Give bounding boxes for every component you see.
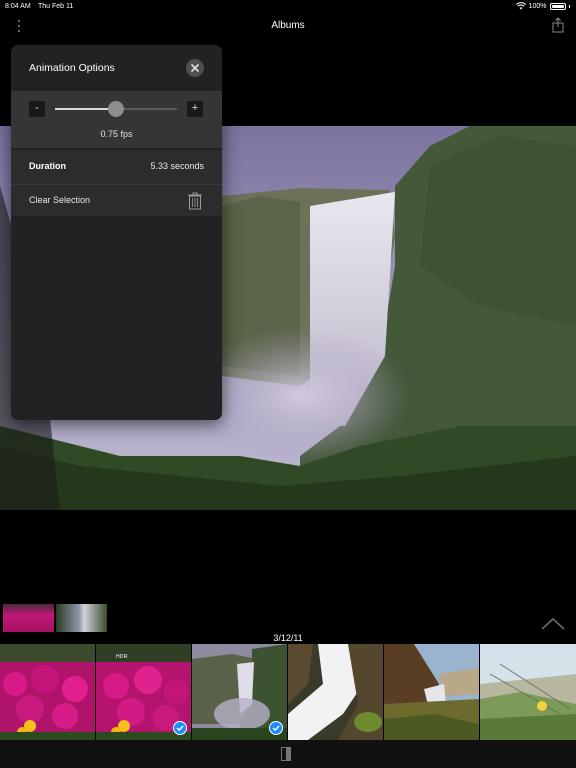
nav-title: Albums <box>271 20 305 31</box>
film-thumb-waterfall[interactable] <box>192 644 287 740</box>
film-thumb-dunes[interactable] <box>480 644 576 740</box>
duration-value: 5.33 seconds <box>150 161 204 171</box>
wifi-icon <box>515 2 526 10</box>
share-icon[interactable] <box>552 17 564 33</box>
duration-row: Duration 5.33 seconds <box>11 150 222 184</box>
battery-percent: 100% <box>528 2 547 10</box>
rapids-image <box>288 644 383 740</box>
film-thumb-flowers-2[interactable]: HDR <box>96 644 191 740</box>
status-date: Thu Feb 11 <box>38 3 74 10</box>
fps-slider-fill <box>55 108 116 110</box>
fps-value: 0.75 fps <box>100 129 133 139</box>
duration-label: Duration <box>29 161 66 171</box>
selected-thumb-waterfall[interactable] <box>56 604 107 632</box>
album-view-icon[interactable] <box>281 747 291 761</box>
clear-selection-label: Clear Selection <box>29 195 91 205</box>
trash-icon[interactable] <box>187 192 203 210</box>
close-button[interactable] <box>186 59 204 77</box>
battery-tip <box>568 4 570 8</box>
popover-title: Animation Options <box>29 62 115 74</box>
fps-decrease-button[interactable]: - <box>29 101 45 117</box>
clear-selection-row[interactable]: Clear Selection <box>11 184 222 216</box>
status-right: 100% <box>515 2 570 10</box>
selected-thumbnails <box>3 604 107 632</box>
filmstrip: HDR <box>0 644 576 740</box>
flowers-image <box>0 644 95 740</box>
strip-date: 3/12/11 <box>273 633 303 643</box>
cliff-image <box>384 644 479 740</box>
bottom-toolbar <box>0 740 576 768</box>
fps-slider-thumb[interactable] <box>108 101 124 117</box>
fps-increase-button[interactable]: + <box>187 101 203 117</box>
dunes-image <box>480 644 576 740</box>
hdr-badge: HDR <box>116 654 128 660</box>
fps-section: - + 0.75 fps <box>11 91 222 148</box>
selected-check-icon <box>269 721 283 735</box>
status-time: 8:04 AM <box>5 3 31 10</box>
animation-options-popover: Animation Options - + 0.75 fps Duration … <box>11 45 222 420</box>
popover-header: Animation Options <box>11 45 222 91</box>
close-icon <box>190 63 200 73</box>
selected-thumb-flowers[interactable] <box>3 604 54 632</box>
selected-check-icon <box>173 721 187 735</box>
battery-icon <box>549 2 566 10</box>
film-thumb-rapids[interactable] <box>288 644 383 740</box>
film-thumb-cliff[interactable] <box>384 644 479 740</box>
chevron-up-icon[interactable] <box>540 616 566 632</box>
film-thumb-flowers-1[interactable] <box>0 644 95 740</box>
status-bar: 8:04 AM Thu Feb 11 100% <box>0 0 576 14</box>
